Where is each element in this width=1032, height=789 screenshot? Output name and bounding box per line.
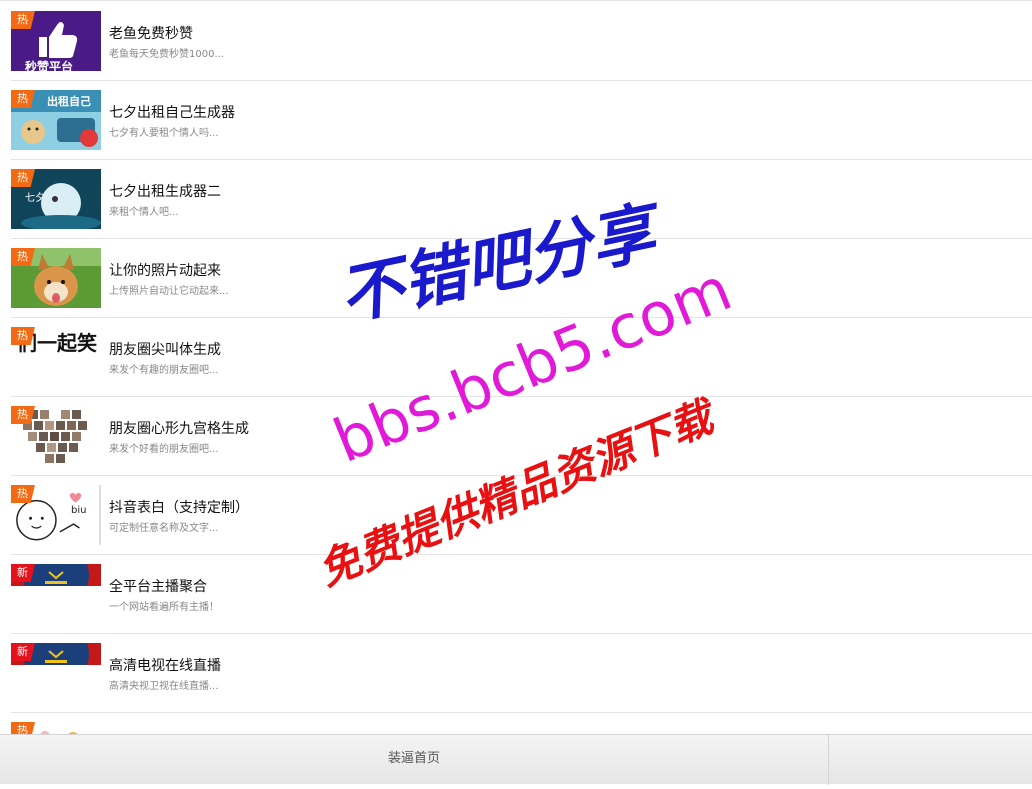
- list-item[interactable]: 热 朋友圈心形九宫格生成 来发个好看的朋友圈吧...: [11, 396, 1032, 476]
- list-item[interactable]: 新 高清电视在线直播 高清央视卫视在线直播...: [11, 633, 1032, 713]
- list-item[interactable]: 热 让你的照片动起来 上传照片自动让它动起来...: [11, 238, 1032, 318]
- app-list: 秒赞平台 热 老鱼免费秒赞 老鱼每天免费秒赞1000... 出租自己 热 七夕出…: [0, 0, 1032, 734]
- thumb-caption: 出租自己: [47, 95, 91, 108]
- list-item[interactable]: 秒赞平台 热 老鱼免费秒赞 老鱼每天免费秒赞1000...: [11, 1, 1032, 81]
- item-desc: 可定制任意名称及文字...: [109, 523, 219, 534]
- item-title[interactable]: 朋友圈尖叫体生成: [109, 339, 221, 359]
- bottom-bar: 装逼首页: [0, 734, 1032, 785]
- thumb-caption: 七夕: [25, 193, 45, 204]
- thumbnail[interactable]: 热: [11, 722, 101, 734]
- item-title[interactable]: 朋友圈心形九宫格生成: [109, 418, 249, 438]
- thumb-caption: 秒赞平台: [25, 60, 74, 71]
- item-desc: 七夕有人要租个情人吗...: [109, 128, 219, 139]
- thumbnail[interactable]: 新: [11, 643, 101, 703]
- item-title[interactable]: 老鱼免费秒赞: [109, 23, 193, 43]
- item-title[interactable]: 七夕出租生成器二: [109, 181, 221, 201]
- footer-side-panel: [828, 735, 1032, 785]
- thumbnail[interactable]: 们一起笑 热: [11, 327, 101, 387]
- item-title[interactable]: 全平台主播聚合: [109, 576, 207, 596]
- thumb-caption: biu: [71, 505, 87, 516]
- item-desc: 一个网站看遍所有主播！: [109, 602, 219, 613]
- home-button[interactable]: 装逼首页: [0, 735, 828, 785]
- item-title[interactable]: 让你的照片动起来: [109, 260, 221, 280]
- item-title[interactable]: 高清电视在线直播: [109, 655, 221, 675]
- item-title[interactable]: 七夕出租自己生成器: [109, 102, 235, 122]
- item-title[interactable]: 抖音表白（支持定制）: [109, 497, 249, 517]
- thumbnail[interactable]: 秒赞平台 热: [11, 11, 101, 71]
- list-item[interactable]: 新 全平台主播聚合 一个网站看遍所有主播！: [11, 554, 1032, 634]
- thumbnail[interactable]: 新: [11, 564, 101, 624]
- list-item[interactable]: biu 热 抖音表白（支持定制） 可定制任意名称及文字...: [11, 475, 1032, 555]
- item-desc: 来发个好看的朋友圈吧...: [109, 444, 219, 455]
- item-desc: 上传照片自动让它动起来...: [109, 286, 229, 297]
- hot-badge: 热: [11, 722, 35, 734]
- thumbnail[interactable]: 出租自己 热: [11, 90, 101, 150]
- item-desc: 高清央视卫视在线直播...: [109, 681, 219, 692]
- thumbnail[interactable]: 热: [11, 406, 101, 466]
- list-item[interactable]: 七夕 热 七夕出租生成器二 来租个情人吧...: [11, 159, 1032, 239]
- thumbnail[interactable]: 七夕 热: [11, 169, 101, 229]
- item-desc: 老鱼每天免费秒赞1000...: [109, 49, 224, 60]
- list-item[interactable]: 出租自己 热 七夕出租自己生成器 七夕有人要租个情人吗...: [11, 80, 1032, 160]
- item-desc: 来发个有趣的朋友圈吧...: [109, 365, 219, 376]
- item-desc: 来租个情人吧...: [109, 207, 179, 218]
- thumbnail[interactable]: 热: [11, 248, 101, 308]
- list-item[interactable]: 热: [11, 712, 1032, 734]
- thumbnail[interactable]: biu 热: [11, 485, 101, 545]
- list-item[interactable]: 们一起笑 热 朋友圈尖叫体生成 来发个有趣的朋友圈吧...: [11, 317, 1032, 397]
